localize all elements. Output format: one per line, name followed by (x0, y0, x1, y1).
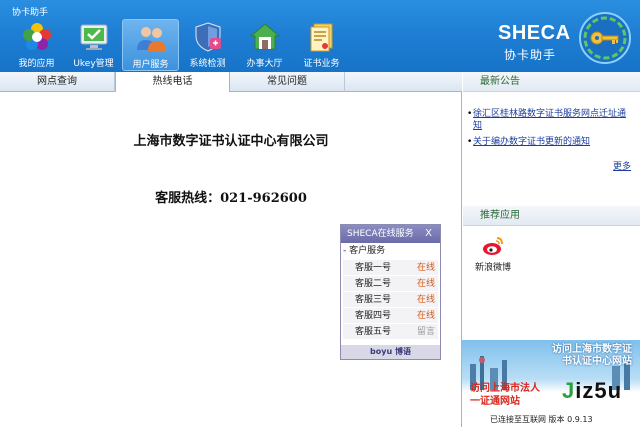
toolbar-label: Ukey管理 (73, 59, 114, 69)
app-title: 协卡助手 (12, 8, 49, 18)
toolbar-service-hall-button[interactable]: 办事大厅 (236, 19, 293, 71)
system-check-icon (195, 22, 221, 52)
toolbar-ukey-button[interactable]: Ukey管理 (65, 19, 122, 71)
boyu-logo: boyu 博语 (341, 345, 440, 359)
agent-name: 客服五号 (355, 327, 392, 337)
toolbar-my-apps-button[interactable]: 我的应用 (8, 19, 65, 71)
news-item: • 徐汇区桂林路数字证书服务网点迁址通知 (463, 108, 640, 132)
news-link[interactable]: 徐汇区桂林路数字证书服务网点迁址通知 (473, 108, 640, 132)
news-section-title: 最新公告 (463, 72, 640, 92)
sheca-key-logo-icon (579, 12, 631, 64)
status-text: 已连接至互联网 版本 0.9.13 (490, 415, 593, 424)
main-toolbar: 我的应用 Ukey管理 用户服务 系统检测 办事大厅 证书业务 (8, 19, 350, 71)
collapse-icon: - (343, 246, 347, 256)
widget-group[interactable]: - 客户服务 (341, 243, 440, 260)
news-link[interactable]: 关于编办数字证书更新的通知 (473, 136, 640, 148)
widget-header: SHECA在线服务 X (341, 225, 440, 243)
agent-name: 客服二号 (355, 279, 392, 289)
tab-bar: 网点查询 热线电话 常见问题 (0, 72, 462, 93)
certificate-business-icon (310, 23, 332, 52)
widget-title: SHECA在线服务 (347, 229, 414, 239)
banner-line: 书认证中心网站 (562, 356, 632, 367)
more-link[interactable]: 更多 (613, 159, 631, 172)
agent-row[interactable]: 客服二号 在线 (343, 276, 438, 292)
toolbar-user-service-button[interactable]: 用户服务 (122, 19, 179, 71)
agent-name: 客服三号 (355, 295, 392, 305)
top-header: 协卡助手 我的应用 Ukey管理 用户服务 系统检测 办事大厅 证书业务 SHE… (0, 0, 640, 72)
tab-hotline[interactable]: 热线电话 (115, 72, 230, 93)
toolbar-certificate-button[interactable]: 证书业务 (293, 19, 350, 71)
toolbar-label: 用户服务 (132, 60, 169, 70)
news-list: • 徐汇区桂林路数字证书服务网点迁址通知 • 关于编办数字证书更新的通知 (463, 108, 640, 152)
banner-line: 一证通网站 (470, 396, 520, 407)
agent-status: 在线 (417, 263, 436, 273)
agent-name: 客服四号 (355, 311, 392, 321)
banner-line: 访问上海市法人 (470, 383, 540, 394)
app-label: 新浪微博 (474, 263, 511, 273)
watermark-j: J (562, 378, 576, 403)
user-service-icon (136, 27, 166, 51)
group-label: 客户服务 (349, 246, 386, 256)
agent-status: 在线 (417, 295, 436, 305)
weibo-icon (483, 237, 503, 255)
ukey-monitor-icon (80, 24, 107, 50)
agent-row[interactable]: 客服一号 在线 (343, 260, 438, 276)
toolbar-label: 系统检测 (189, 59, 226, 69)
banner-line: 访问上海市数字证 (552, 344, 632, 355)
widget-close-button[interactable]: X (425, 225, 432, 243)
recommend-section-title: 推荐应用 (463, 206, 640, 226)
toolbar-system-check-button[interactable]: 系统检测 (179, 19, 236, 71)
watermark-rest: iz5u (575, 378, 623, 403)
recommend-section: 推荐应用 新浪微博 (463, 206, 640, 273)
toolbar-label: 办事大厅 (246, 59, 283, 69)
service-hall-icon (249, 23, 280, 50)
agent-status: 留言 (417, 327, 436, 337)
agent-status: 在线 (417, 311, 436, 321)
tab-outlet-query[interactable]: 网点查询 (0, 72, 115, 92)
toolbar-label: 我的应用 (18, 59, 55, 69)
app-weibo[interactable]: 新浪微博 (471, 234, 515, 273)
agent-row[interactable]: 客服五号 留言 (343, 324, 438, 340)
brand-name: SHECA (498, 22, 571, 44)
agent-name: 客服一号 (355, 263, 392, 273)
tab-faq[interactable]: 常见问题 (230, 72, 345, 92)
banner-legal-person-link: 访问上海市法人 一证通网站 (470, 382, 540, 408)
agent-status: 在线 (417, 279, 436, 289)
online-service-widget: SHECA在线服务 X - 客户服务 客服一号 在线 客服二号 在线 客服三号 … (340, 224, 441, 360)
my-apps-icon (22, 23, 51, 50)
banner-sheca-link: 访问上海市数字证 书认证中心网站 (462, 344, 640, 368)
agent-row[interactable]: 客服四号 在线 (343, 308, 438, 324)
toolbar-label: 证书业务 (303, 59, 340, 69)
company-name: 上海市数字证书认证中心有限公司 (133, 134, 329, 149)
hotline-text: 客服热线：021-962600 (155, 191, 307, 206)
news-item: • 关于编办数字证书更新的通知 (463, 136, 640, 148)
watermark-logo: Jiz5u (562, 378, 622, 404)
brand-subtitle: 协卡助手 (504, 48, 557, 62)
agent-row[interactable]: 客服三号 在线 (343, 292, 438, 308)
